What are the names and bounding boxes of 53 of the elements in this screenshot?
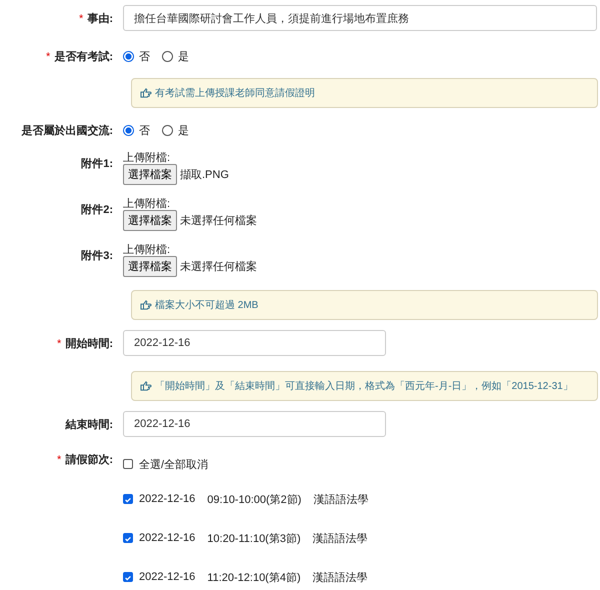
radio-button[interactable]	[162, 124, 173, 136]
field-label: 請假節次:	[65, 454, 113, 466]
upload-caption: 上傳附檔:	[123, 244, 172, 256]
field-label: 是否屬於出國交流:	[21, 124, 113, 136]
pointing-hand-icon	[140, 300, 152, 310]
upload-caption: 上傳附檔:	[123, 198, 172, 210]
required-mark: *	[79, 12, 84, 24]
field-label: 結束時間:	[65, 418, 113, 430]
period-time: 09:10-10:00(第2節)	[207, 492, 302, 506]
field-label: 是否有考試:	[54, 50, 113, 62]
choose-file-button[interactable]: 選擇檔案	[123, 164, 177, 185]
field-label: 附件3:	[81, 250, 113, 262]
file-name: 未選擇任何檔案	[180, 214, 257, 228]
choose-file-button[interactable]: 選擇檔案	[123, 210, 177, 231]
radio-button[interactable]	[162, 50, 173, 62]
checkbox[interactable]	[123, 459, 133, 469]
field-label: 事由:	[87, 12, 113, 24]
file-name: 擷取.PNG	[180, 168, 229, 182]
radio-label: 是	[178, 124, 189, 138]
course-name: 漢語語法學	[312, 570, 368, 584]
notice-text: 檔案大小不可超過 2MB	[155, 298, 258, 312]
checkbox[interactable]	[123, 572, 133, 582]
checkbox[interactable]	[123, 533, 133, 543]
period-date: 2022-12-16	[139, 571, 196, 583]
field-label: 開始時間:	[65, 338, 113, 350]
notice-text: 「開始時間」及「結束時間」可直接輸入日期，格式為「西元年-月-日」，例如「2015-12-31」	[155, 380, 573, 393]
radio-button[interactable]	[123, 124, 134, 136]
field-label: 附件1:	[81, 158, 113, 170]
period-date: 2022-12-16	[139, 532, 196, 544]
radio-label: 否	[139, 50, 150, 64]
date-field[interactable]: 2022-12-16	[123, 330, 386, 356]
input-field[interactable]: 擔任台華國際研討會工作人員，須提前進行場地布置庶務	[123, 5, 597, 31]
field-label: 附件2:	[81, 204, 113, 216]
checkbox[interactable]	[123, 494, 133, 504]
upload-caption: 上傳附檔:	[123, 152, 172, 164]
radio-button[interactable]	[123, 50, 134, 62]
radio-label: 否	[139, 124, 150, 138]
pointing-hand-icon	[140, 381, 152, 391]
period-date: 2022-12-16	[139, 493, 196, 505]
choose-file-button[interactable]: 選擇檔案	[123, 256, 177, 277]
required-mark: *	[57, 338, 62, 350]
course-name: 漢語語法學	[312, 532, 368, 546]
file-name: 未選擇任何檔案	[180, 260, 257, 274]
period-time: 11:20-12:10(第4節)	[207, 570, 301, 584]
radio-label: 是	[178, 50, 189, 64]
required-mark: *	[57, 454, 62, 466]
course-name: 漢語語法學	[313, 492, 368, 506]
required-mark: *	[46, 50, 50, 62]
pointing-hand-icon	[140, 88, 152, 98]
date-field[interactable]: 2022-12-16	[123, 411, 386, 437]
notice-text: 有考試需上傳授課老師同意請假證明	[155, 86, 315, 100]
checkbox-label: 全選/全部取消	[139, 458, 208, 472]
period-time: 10:20-11:10(第3節)	[207, 532, 301, 546]
